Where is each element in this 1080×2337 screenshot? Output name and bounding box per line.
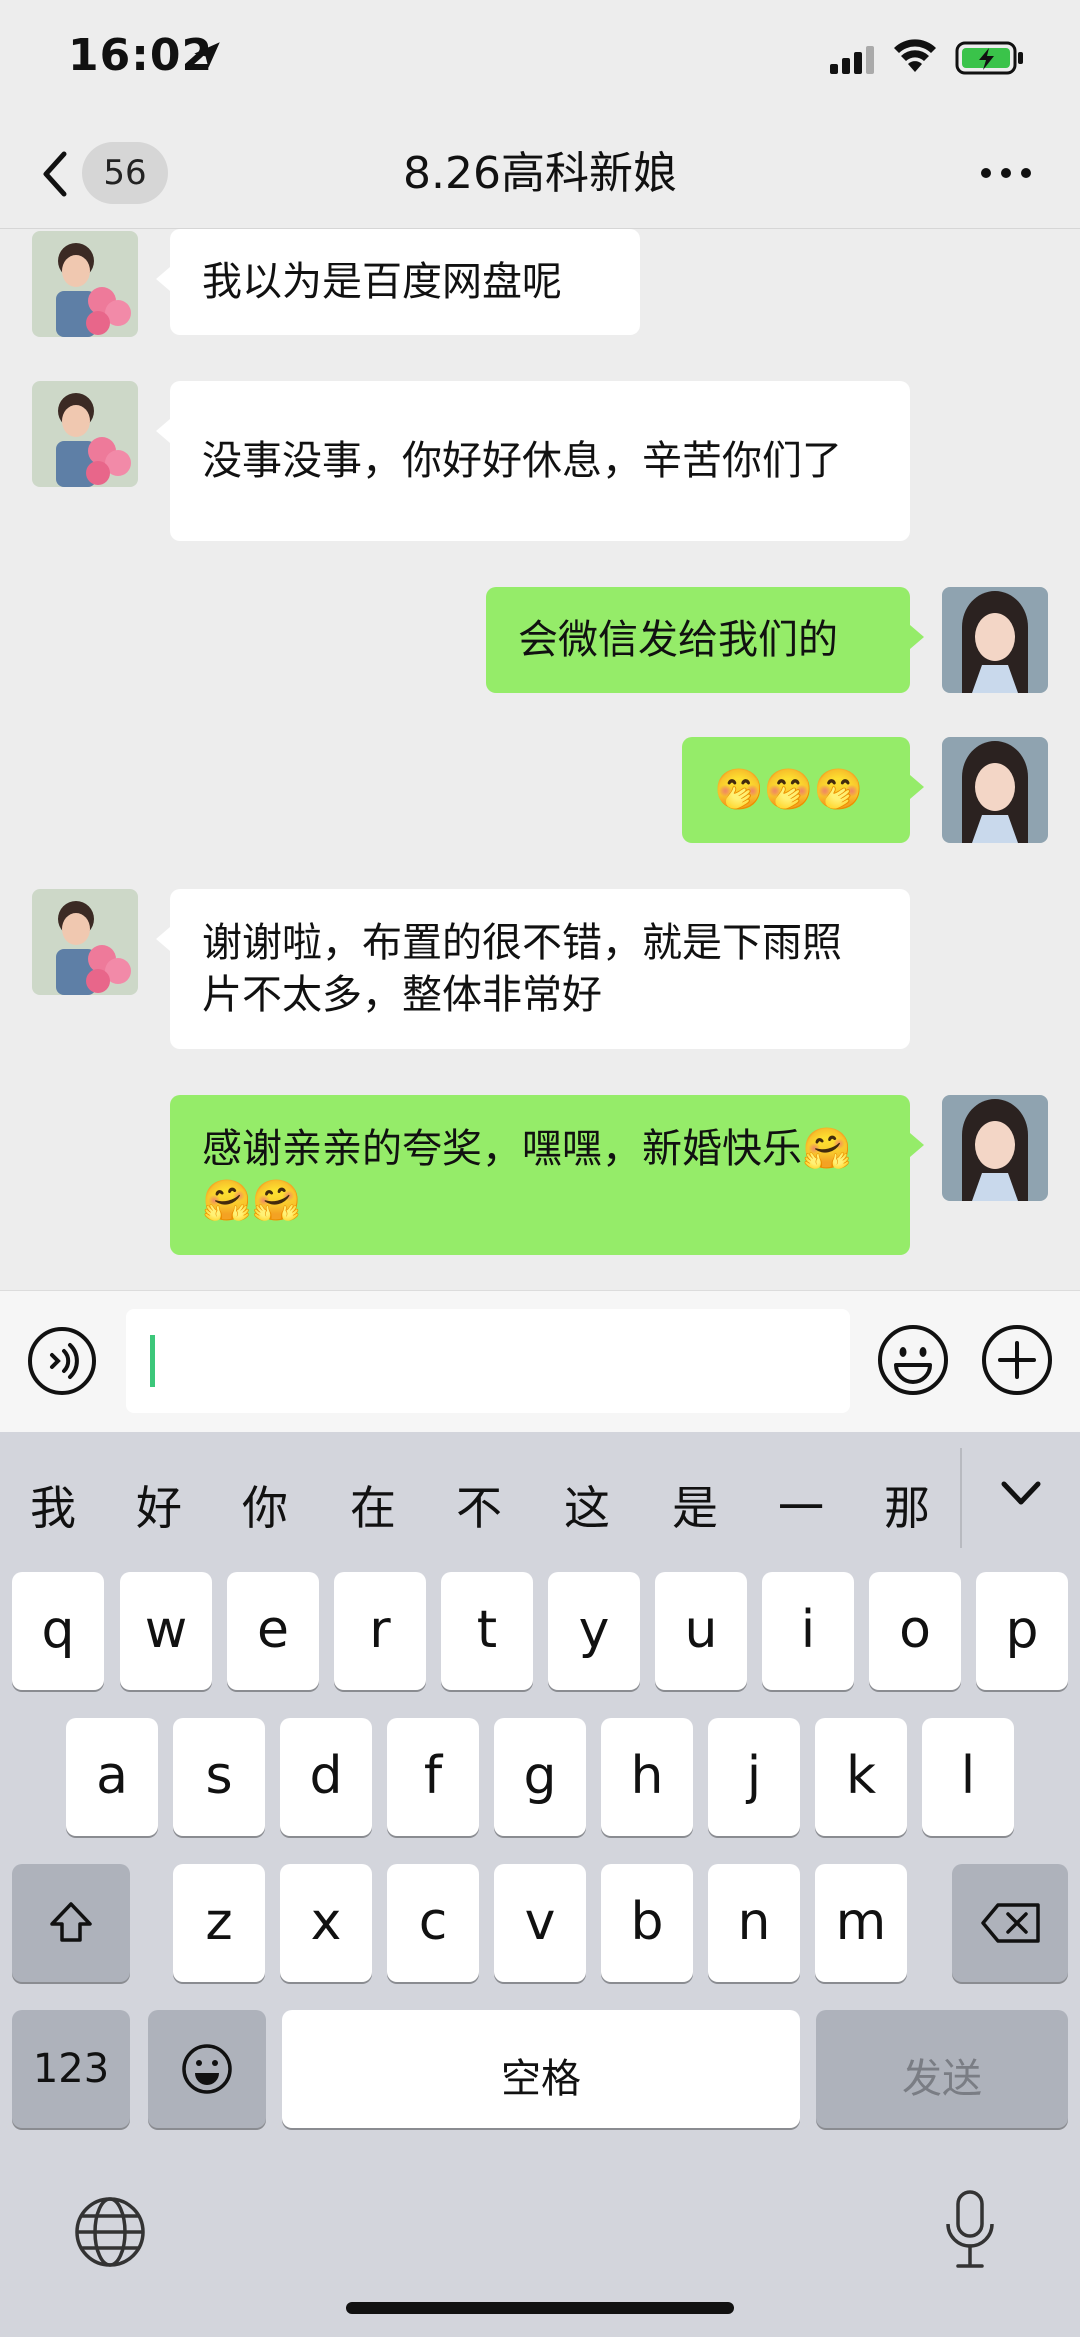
- message-text: 谢谢啦，布置的很不错，就是下雨照片不太多，整体非常好: [202, 920, 842, 1018]
- voice-input-icon[interactable]: [26, 1325, 98, 1397]
- message-text: 🤭🤭🤭: [714, 767, 864, 813]
- candidate-bar: 我 好 你 在 不 这 是 一 那: [0, 1432, 1080, 1567]
- space-key[interactable]: 空格: [282, 2010, 800, 2128]
- key-e[interactable]: e: [227, 1572, 319, 1690]
- candidate-divider: [960, 1448, 962, 1548]
- shift-arrow-icon: [50, 1902, 92, 1942]
- home-indicator[interactable]: [346, 2302, 734, 2314]
- message-bubble[interactable]: 🤭🤭🤭: [682, 737, 910, 843]
- chat-title: 8.26高科新娘: [403, 148, 677, 199]
- key-q[interactable]: q: [12, 1572, 104, 1690]
- key-d[interactable]: d: [280, 1718, 372, 1836]
- candidate-word[interactable]: 不: [456, 1472, 502, 1538]
- key-o[interactable]: o: [869, 1572, 961, 1690]
- key-v[interactable]: v: [494, 1864, 586, 1982]
- key-k[interactable]: k: [815, 1718, 907, 1836]
- message-text: 感谢亲亲的夸奖，嘿嘿，新婚快乐🤗🤗🤗: [202, 1126, 852, 1224]
- candidate-word[interactable]: 一: [778, 1472, 824, 1538]
- key-z[interactable]: z: [173, 1864, 265, 1982]
- emoji-keyboard-key[interactable]: [148, 2010, 266, 2128]
- my-avatar[interactable]: [942, 737, 1048, 843]
- battery-charging-icon: [955, 41, 1023, 75]
- collapse-candidates-chevron-icon[interactable]: [996, 1474, 1046, 1514]
- contact-avatar[interactable]: [32, 231, 138, 337]
- microphone-icon[interactable]: [940, 2188, 1000, 2272]
- keyboard: 我 好 你 在 不 这 是 一 那 q w e r t y u i o p a …: [0, 1432, 1080, 2337]
- candidate-word[interactable]: 在: [350, 1472, 396, 1538]
- contact-avatar[interactable]: [32, 889, 138, 995]
- key-w[interactable]: w: [120, 1572, 212, 1690]
- message-bubble[interactable]: 会微信发给我们的: [486, 587, 910, 693]
- candidate-word[interactable]: 那: [884, 1472, 930, 1538]
- status-bar: 16:02: [0, 0, 1080, 120]
- key-s[interactable]: s: [173, 1718, 265, 1836]
- more-options-icon[interactable]: [978, 158, 1034, 188]
- key-c[interactable]: c: [387, 1864, 479, 1982]
- key-f[interactable]: f: [387, 1718, 479, 1836]
- location-arrow-icon: [194, 42, 220, 68]
- key-r[interactable]: r: [334, 1572, 426, 1690]
- message-bubble[interactable]: 感谢亲亲的夸奖，嘿嘿，新婚快乐🤗🤗🤗: [170, 1095, 910, 1255]
- cellular-signal-icon: [830, 46, 874, 74]
- message-list[interactable]: 我以为是百度网盘呢 没事没事，你好好休息，辛苦你们了 会微信发给我们的 🤭🤭🤭: [0, 229, 1080, 1289]
- message-text: 我以为是百度网盘呢: [202, 259, 562, 305]
- key-u[interactable]: u: [655, 1572, 747, 1690]
- key-x[interactable]: x: [280, 1864, 372, 1982]
- key-h[interactable]: h: [601, 1718, 693, 1836]
- key-p[interactable]: p: [976, 1572, 1068, 1690]
- contact-avatar[interactable]: [32, 381, 138, 487]
- candidate-word[interactable]: 是: [672, 1472, 718, 1538]
- message-input[interactable]: [126, 1309, 850, 1413]
- message-bubble[interactable]: 谢谢啦，布置的很不错，就是下雨照片不太多，整体非常好: [170, 889, 910, 1049]
- wifi-icon: [894, 39, 936, 72]
- message-input-bar: [0, 1290, 1080, 1433]
- key-n[interactable]: n: [708, 1864, 800, 1982]
- message-text: 没事没事，你好好休息，辛苦你们了: [202, 438, 842, 484]
- chat-header: 56 8.26高科新娘: [0, 120, 1080, 229]
- key-y[interactable]: y: [548, 1572, 640, 1690]
- my-avatar[interactable]: [942, 1095, 1048, 1201]
- emoji-icon[interactable]: [876, 1323, 950, 1397]
- emoji-icon: [182, 2044, 232, 2094]
- add-more-icon[interactable]: [980, 1323, 1054, 1397]
- candidate-word[interactable]: 我: [30, 1472, 76, 1538]
- candidate-word[interactable]: 好: [136, 1472, 182, 1538]
- message-bubble[interactable]: 没事没事，你好好休息，辛苦你们了: [170, 381, 910, 541]
- key-g[interactable]: g: [494, 1718, 586, 1836]
- send-key[interactable]: 发送: [816, 2010, 1068, 2128]
- message-bubble[interactable]: 我以为是百度网盘呢: [170, 229, 640, 335]
- text-cursor: [150, 1335, 155, 1387]
- key-l[interactable]: l: [922, 1718, 1014, 1836]
- key-t[interactable]: t: [441, 1572, 533, 1690]
- shift-key[interactable]: [12, 1864, 130, 1982]
- key-b[interactable]: b: [601, 1864, 693, 1982]
- key-m[interactable]: m: [815, 1864, 907, 1982]
- backspace-key[interactable]: [952, 1864, 1068, 1982]
- backspace-icon: [981, 1903, 1040, 1943]
- key-i[interactable]: i: [762, 1572, 854, 1690]
- candidate-word[interactable]: 这: [564, 1472, 610, 1538]
- globe-icon[interactable]: [72, 2194, 148, 2270]
- key-j[interactable]: j: [708, 1718, 800, 1836]
- key-a[interactable]: a: [66, 1718, 158, 1836]
- candidate-word[interactable]: 你: [242, 1472, 288, 1538]
- numbers-key[interactable]: 123: [12, 2010, 130, 2128]
- message-text: 会微信发给我们的: [518, 617, 838, 663]
- my-avatar[interactable]: [942, 587, 1048, 693]
